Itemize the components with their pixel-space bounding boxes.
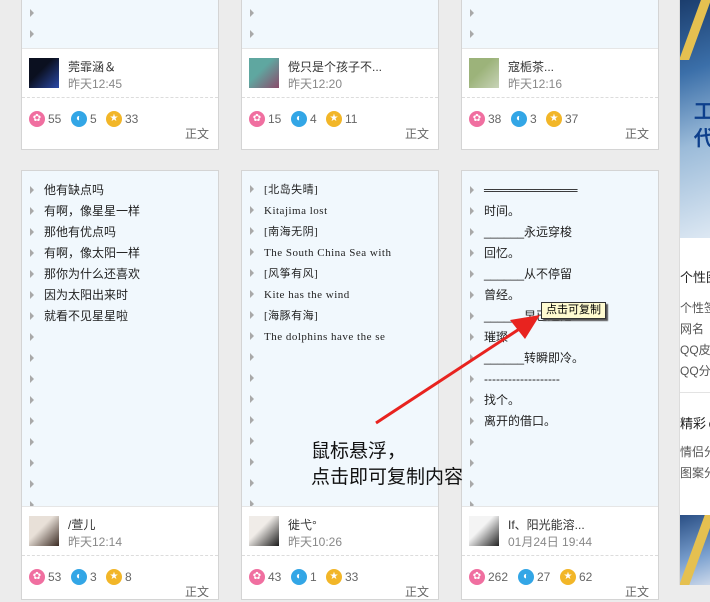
annotation-line: 鼠标悬浮， [311,440,407,462]
arrow-head [510,315,540,339]
copy-tooltip: 点击可复制 [541,302,606,319]
arrow-line [375,318,534,425]
annotation-arrow [375,315,540,425]
annotation-line: 点击即可复制内容 [311,466,464,488]
fulltext-link[interactable]: 正文 [625,583,649,600]
fulltext-link[interactable]: 正文 [185,583,209,600]
annotation-text: 鼠标悬浮， 点击即可复制内容 [311,438,463,490]
fulltext-link[interactable]: 正文 [405,583,429,600]
